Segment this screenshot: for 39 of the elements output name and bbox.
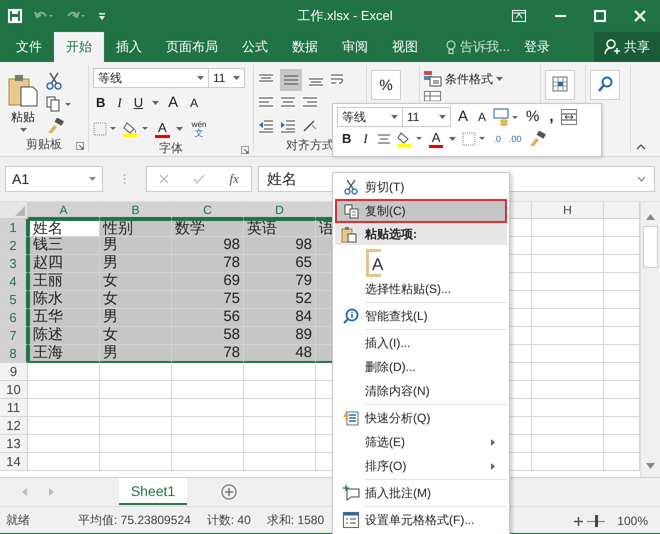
table-cell: 65 xyxy=(244,255,316,273)
window-title: 工作.xlsx - Excel xyxy=(296,7,394,25)
table-cell: 75 xyxy=(172,291,244,309)
status-stat: 平均值: 75.23809524 xyxy=(78,512,191,528)
table-cell: 赵四 xyxy=(28,255,100,273)
status-stat: 计数: 40 xyxy=(206,512,251,528)
group-label: 剪贴板 xyxy=(26,136,62,152)
table-cell: 56 xyxy=(172,309,244,327)
table-cell: 78 xyxy=(172,345,244,363)
table-cell: 陈述 xyxy=(28,327,100,345)
table-cell: 89 xyxy=(244,327,316,345)
table-cell: 48 xyxy=(244,345,316,363)
table-cell: 数学 xyxy=(172,219,244,237)
status-stat: 求和: 1580 xyxy=(266,512,324,528)
table-cell: 女 xyxy=(100,273,172,291)
table-cell: 78 xyxy=(172,255,244,273)
group-label: 字体 xyxy=(159,140,183,156)
table-cell: 女 xyxy=(100,291,172,309)
table-cell: 英语 xyxy=(244,219,316,237)
table-cell: 69 xyxy=(172,273,244,291)
table-cell: 王海 xyxy=(28,345,100,363)
table-cell: 陈水 xyxy=(28,291,100,309)
table-cell: 男 xyxy=(100,237,172,255)
table-cell: 男 xyxy=(100,255,172,273)
table-cell: 84 xyxy=(244,309,316,327)
table-cell: 男 xyxy=(100,309,172,327)
table-cell: 性别 xyxy=(100,219,172,237)
table-cell: 女 xyxy=(100,327,172,345)
table-cell: 98 xyxy=(172,237,244,255)
table-cell: 男 xyxy=(100,345,172,363)
table-cell: 79 xyxy=(244,273,316,291)
table-cell: 58 xyxy=(172,327,244,345)
table-cell: 姓名 xyxy=(28,219,100,237)
table-cell: 钱三 xyxy=(28,237,100,255)
table-cell: 52 xyxy=(244,291,316,309)
table-cell: 五华 xyxy=(28,309,100,327)
table-cell: 98 xyxy=(244,237,316,255)
status-text: 就绪 xyxy=(6,512,30,528)
table-cell: 王丽 xyxy=(28,273,100,291)
